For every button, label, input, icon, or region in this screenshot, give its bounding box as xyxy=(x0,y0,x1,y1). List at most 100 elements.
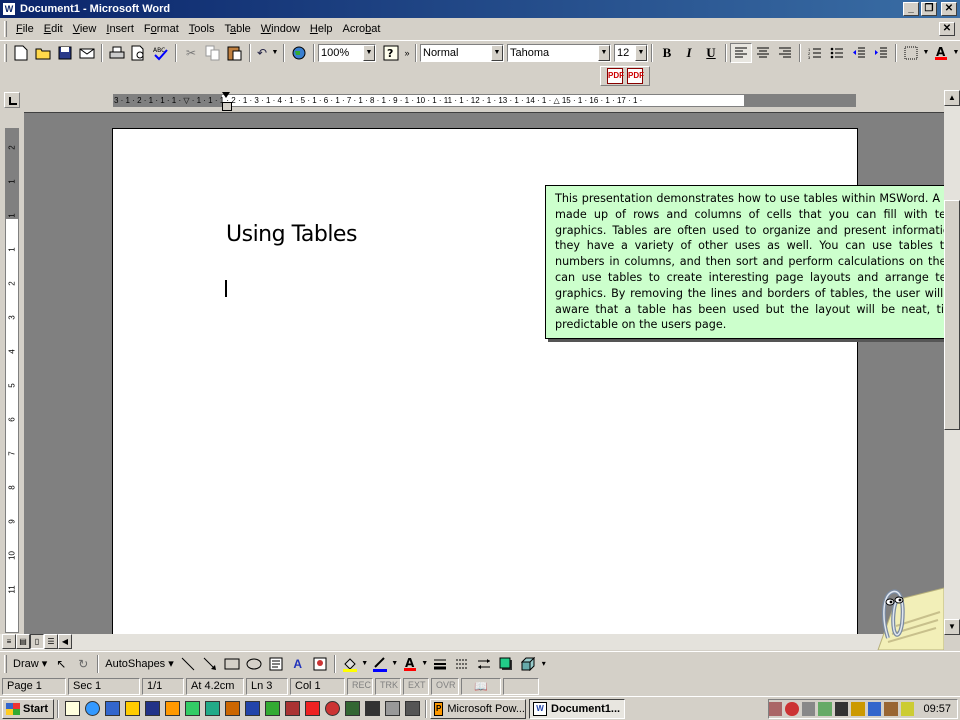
document-page[interactable]: Using Tables This presentation demonstra… xyxy=(112,128,944,634)
chevron-down-icon[interactable]: ▼ xyxy=(363,44,375,61)
quicklaunch-powerpoint-icon[interactable] xyxy=(222,699,242,719)
save-icon[interactable] xyxy=(54,43,76,63)
quicklaunch-media-icon[interactable] xyxy=(162,699,182,719)
toolbar-grip[interactable] xyxy=(4,21,7,37)
tray-icon[interactable] xyxy=(768,702,783,716)
quicklaunch-publisher-icon[interactable] xyxy=(202,699,222,719)
quicklaunch-app3-icon[interactable] xyxy=(322,699,342,719)
open-folder-icon[interactable] xyxy=(32,43,54,63)
task-word[interactable]: W Document1... xyxy=(529,698,625,719)
quicklaunch-app7-icon[interactable] xyxy=(402,699,422,719)
draw-font-color-dropdown-icon[interactable]: ▼ xyxy=(421,654,429,674)
select-objects-icon[interactable]: ↖ xyxy=(50,654,72,674)
tray-icon[interactable] xyxy=(867,702,882,716)
print-layout-icon[interactable]: ▯ xyxy=(30,634,44,649)
tray-icon[interactable] xyxy=(834,702,849,716)
oval-icon[interactable] xyxy=(243,654,265,674)
office-assistant-clippy[interactable] xyxy=(858,580,945,651)
menu-table[interactable]: Table xyxy=(219,23,255,35)
menu-acrobat[interactable]: Acrobat xyxy=(338,23,386,35)
print-preview-icon[interactable] xyxy=(128,43,150,63)
dash-style-icon[interactable] xyxy=(451,654,473,674)
align-right-icon[interactable] xyxy=(774,43,796,63)
numbering-icon[interactable]: 123 xyxy=(804,43,826,63)
menu-help[interactable]: Help xyxy=(305,23,338,35)
tray-icon[interactable] xyxy=(801,702,816,716)
indent-marker[interactable] xyxy=(222,90,232,112)
menu-view[interactable]: View xyxy=(68,23,102,35)
tray-icon[interactable] xyxy=(884,702,898,716)
tab-selector[interactable] xyxy=(4,92,20,108)
convert-to-pdf-icon[interactable]: PDF xyxy=(607,68,624,84)
chevron-down-icon[interactable]: ▼ xyxy=(635,44,647,61)
draw-more-buttons-icon[interactable]: ▾ xyxy=(539,654,549,674)
draw-font-color-icon[interactable]: A xyxy=(399,654,421,674)
arrow-style-icon[interactable] xyxy=(473,654,495,674)
quicklaunch-app6-icon[interactable] xyxy=(382,699,402,719)
word-app-icon[interactable]: W xyxy=(2,2,16,16)
web-toolbar-icon[interactable] xyxy=(288,43,310,63)
restore-button[interactable]: ❐ xyxy=(921,2,937,16)
quicklaunch-excel-icon[interactable] xyxy=(262,699,282,719)
line-color-dropdown-icon[interactable]: ▼ xyxy=(391,654,399,674)
undo-icon[interactable]: ↶ xyxy=(254,43,270,63)
clock[interactable]: 09:57 xyxy=(923,703,951,715)
fill-color-dropdown-icon[interactable]: ▼ xyxy=(361,654,369,674)
increase-indent-icon[interactable] xyxy=(870,43,892,63)
tray-icon[interactable] xyxy=(818,702,832,716)
spelling-status-icon[interactable]: 📖 xyxy=(461,677,501,695)
vertical-ruler[interactable]: 2 1 1 1 2 3 4 5 6 7 8 9 10 11 xyxy=(5,128,19,633)
quicklaunch-app-icon[interactable] xyxy=(122,699,142,719)
more-buttons-icon[interactable]: » xyxy=(402,43,412,63)
quicklaunch-app2-icon[interactable] xyxy=(182,699,202,719)
align-center-icon[interactable] xyxy=(752,43,774,63)
line-style-icon[interactable] xyxy=(429,654,451,674)
convert-and-email-pdf-icon[interactable]: PDF xyxy=(627,68,644,84)
chevron-down-icon[interactable]: ▼ xyxy=(491,44,503,61)
normal-view-icon[interactable]: ≡ xyxy=(2,634,16,649)
line-color-icon[interactable] xyxy=(369,654,391,674)
document-heading[interactable]: Using Tables xyxy=(226,222,357,247)
menu-insert[interactable]: Insert xyxy=(101,23,139,35)
quicklaunch-app4-icon[interactable] xyxy=(342,699,362,719)
zoom-combo[interactable]: 100% ▼ xyxy=(318,43,376,62)
quicklaunch-outlook-icon[interactable] xyxy=(102,699,122,719)
vertical-scrollbar[interactable]: ▲ ▼ xyxy=(944,90,960,635)
style-combo[interactable]: Normal ▼ xyxy=(420,43,504,62)
font-combo[interactable]: Tahoma ▼ xyxy=(507,43,611,62)
title-bar[interactable]: W Document1 - Microsoft Word _ ❐ ✕ xyxy=(0,0,960,18)
fill-color-icon[interactable] xyxy=(339,654,361,674)
cut-icon[interactable]: ✂ xyxy=(180,43,202,63)
clip-art-icon[interactable] xyxy=(309,654,331,674)
menu-tools[interactable]: Tools xyxy=(184,23,220,35)
print-icon[interactable] xyxy=(106,43,128,63)
status-trk[interactable]: TRK xyxy=(375,677,401,695)
minimize-button[interactable]: _ xyxy=(903,2,919,16)
close-button[interactable]: ✕ xyxy=(941,2,957,16)
menu-format[interactable]: Format xyxy=(139,23,184,35)
font-color-icon[interactable]: A xyxy=(930,43,952,63)
status-ext[interactable]: EXT xyxy=(403,677,429,695)
undo-dropdown-icon[interactable]: ▼ xyxy=(270,43,280,63)
wordart-icon[interactable]: A xyxy=(287,654,309,674)
menu-file[interactable]: File xyxy=(11,23,39,35)
quicklaunch-notepad-icon[interactable] xyxy=(62,699,82,719)
shadow-icon[interactable] xyxy=(495,654,517,674)
outline-view-icon[interactable]: ☰ xyxy=(44,634,58,649)
line-icon[interactable] xyxy=(177,654,199,674)
scroll-up-icon[interactable]: ▲ xyxy=(944,90,960,106)
tray-icon[interactable] xyxy=(785,702,799,716)
italic-button[interactable]: I xyxy=(678,43,700,63)
draw-menu[interactable]: Draw ▾ xyxy=(10,657,50,670)
underline-button[interactable]: U xyxy=(700,43,722,63)
autoshapes-menu[interactable]: AutoShapes ▾ xyxy=(102,657,177,670)
email-icon[interactable] xyxy=(76,43,98,63)
quicklaunch-access-icon[interactable] xyxy=(282,699,302,719)
menu-edit[interactable]: Edit xyxy=(39,23,68,35)
scroll-down-icon[interactable]: ▼ xyxy=(944,619,960,635)
callout-textbox[interactable]: This presentation demonstrates how to us… xyxy=(545,185,944,339)
chevron-down-icon[interactable]: ▼ xyxy=(598,44,610,61)
3d-icon[interactable] xyxy=(517,654,539,674)
quicklaunch-ftp-icon[interactable] xyxy=(142,699,162,719)
quicklaunch-app5-icon[interactable] xyxy=(362,699,382,719)
